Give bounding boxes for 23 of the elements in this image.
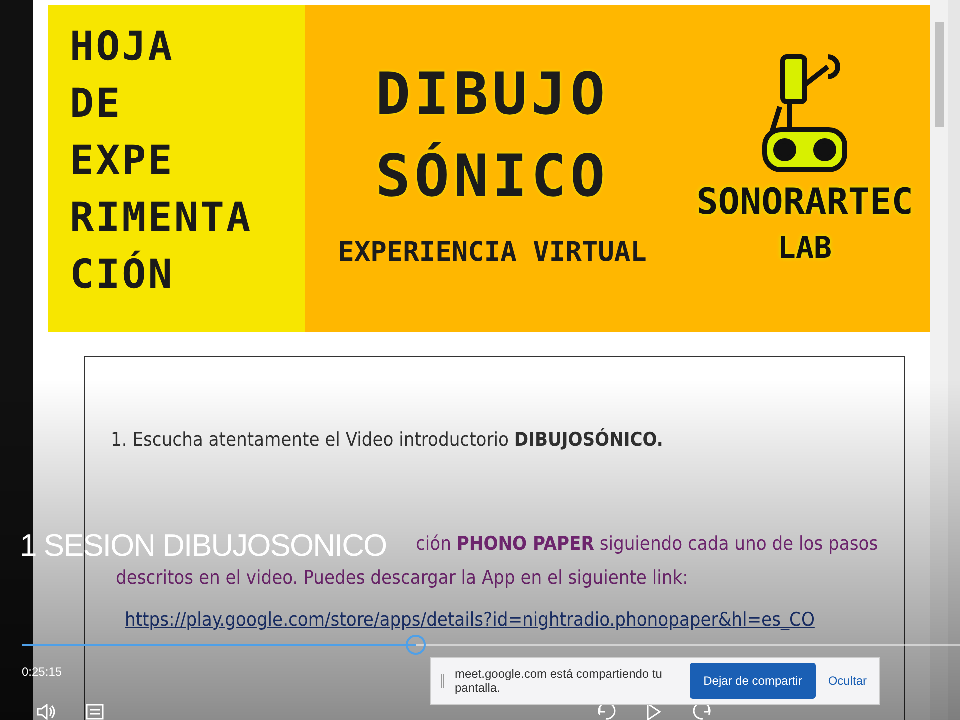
captions-icon[interactable] xyxy=(86,704,104,720)
stop-sharing-button[interactable]: Dejar de compartir xyxy=(690,663,816,699)
store-link[interactable]: https://play.google.com/store/apps/details?id=nightradio.phonopaper&hl=es_CO xyxy=(125,609,815,631)
side-title-text: HOJA xyxy=(70,23,176,72)
logo-text: LAB xyxy=(778,230,832,268)
side-title-text: RIMENTA xyxy=(70,194,254,243)
share-message: meet.google.com está compartiendo tu pantalla. xyxy=(455,667,664,695)
instruction-text: 1. Escucha atentamente el Video introductorio DIBUJOSÓNICO. xyxy=(111,427,664,453)
drag-handle-icon[interactable] xyxy=(441,674,445,688)
banner-title: SÓNICO xyxy=(376,141,610,212)
side-title-text: CIÓN xyxy=(70,250,176,300)
side-title-text: DE xyxy=(70,80,124,129)
banner-title: DIBUJO xyxy=(376,59,610,130)
progress-thumb[interactable] xyxy=(406,635,426,655)
play-icon[interactable] xyxy=(646,703,662,720)
banner-subtitle: EXPERIENCIA VIRTUAL xyxy=(338,237,647,268)
instruction-text: descritos en el video. Puedes descargar la App en el siguiente link: xyxy=(115,566,688,591)
logo-text: SONORARTEC xyxy=(696,181,914,225)
instruction-text: ción PHONO PAPER siguiendo cada uno de los pasos xyxy=(415,532,878,557)
volume-icon[interactable] xyxy=(36,704,56,720)
side-title-text: EXPE xyxy=(70,137,176,186)
scrollbar[interactable] xyxy=(930,0,948,720)
hide-button[interactable]: Ocultar xyxy=(826,674,869,688)
